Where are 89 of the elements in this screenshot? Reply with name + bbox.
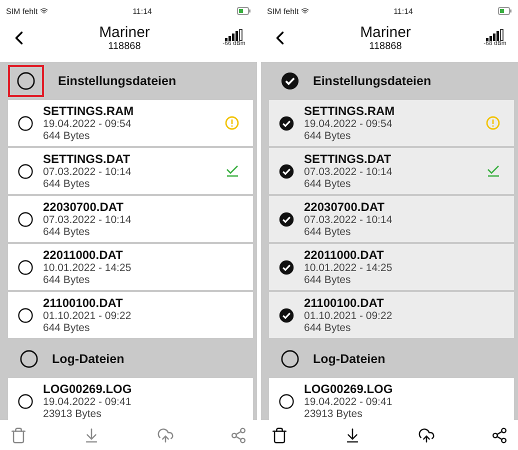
- file-row[interactable]: 22030700.DAT 07.03.2022 - 10:14 644 Bytes: [8, 196, 253, 242]
- file-name: SETTINGS.RAM: [304, 104, 396, 118]
- file-name: 22011000.DAT: [304, 248, 385, 262]
- file-date: 07.03.2022 - 10:14: [304, 214, 394, 226]
- file-name: LOG00269.LOG: [43, 382, 133, 396]
- empty-circle-icon[interactable]: [18, 164, 33, 178]
- file-date: 07.03.2022 - 10:14: [43, 214, 132, 226]
- file-name: LOG00269.LOG: [304, 382, 394, 396]
- file-size: 644 Bytes: [43, 322, 91, 334]
- status-time: 11:14: [132, 6, 152, 16]
- status-time: 11:14: [394, 6, 413, 16]
- file-date: 07.03.2022 - 10:14: [304, 166, 394, 178]
- file-row[interactable]: SETTINGS.RAM 19.04.2022 - 09:54 644 Bytes: [8, 100, 253, 146]
- nav-subtitle: 118868: [369, 41, 402, 52]
- file-name: 22030700.DAT: [304, 200, 386, 214]
- file-date: 19.04.2022 - 09:41: [304, 396, 394, 408]
- file-date: 19.04.2022 - 09:54: [43, 118, 132, 130]
- file-name: SETTINGS.RAM: [43, 104, 135, 118]
- check-icon: [487, 165, 500, 177]
- file-name: 22011000.DAT: [43, 248, 124, 262]
- file-size: 23913 Bytes: [304, 408, 364, 420]
- upload-button[interactable]: [418, 426, 435, 444]
- battery-icon: [236, 7, 251, 15]
- checked-circle-icon[interactable]: [279, 260, 294, 274]
- file-name: 21100100.DAT: [43, 296, 124, 310]
- file-size: 644 Bytes: [43, 274, 91, 286]
- file-row[interactable]: 21100100.DAT 01.10.2021 - 09:22 644 Bytes: [269, 292, 514, 338]
- check-icon: [226, 165, 239, 177]
- file-date: 10.01.2022 - 14:25: [43, 262, 132, 274]
- file-row[interactable]: LOG00269.LOG 19.04.2022 - 09:41 23913 Bytes: [8, 378, 253, 420]
- file-name: SETTINGS.DAT: [304, 152, 392, 166]
- file-name: SETTINGS.DAT: [43, 152, 132, 166]
- file-date: 07.03.2022 - 10:14: [43, 166, 132, 178]
- file-date: 01.10.2021 - 09:22: [304, 310, 394, 322]
- file-name: 22030700.DAT: [43, 200, 124, 214]
- carrier-text: SIM fehlt: [267, 6, 299, 16]
- file-size: 644 Bytes: [43, 178, 91, 190]
- file-name: 21100100.DAT: [304, 296, 385, 310]
- section-title: Einstellungsdateien: [58, 74, 176, 88]
- empty-circle-icon[interactable]: [279, 394, 294, 408]
- nav-subtitle: 118868: [108, 41, 141, 52]
- empty-circle-icon[interactable]: [18, 260, 33, 274]
- wifi-icon: [40, 7, 48, 15]
- signal-icon: [225, 29, 243, 41]
- wifi-icon: [300, 7, 309, 15]
- file-row[interactable]: LOG00269.LOG 19.04.2022 - 09:41 23913 Bytes: [269, 378, 514, 420]
- checked-circle-icon[interactable]: [279, 116, 294, 130]
- file-date: 19.04.2022 - 09:54: [304, 118, 394, 130]
- file-date: 19.04.2022 - 09:41: [43, 396, 132, 408]
- carrier-text: SIM fehlt: [6, 6, 38, 16]
- file-size: 644 Bytes: [43, 130, 91, 142]
- nav-title: Mariner: [99, 24, 150, 41]
- empty-circle-icon[interactable]: [20, 350, 38, 368]
- file-size: 23913 Bytes: [43, 408, 102, 420]
- empty-circle-icon[interactable]: [17, 72, 35, 90]
- delete-button[interactable]: [271, 426, 288, 444]
- battery-icon: [498, 7, 512, 15]
- warning-icon: [225, 116, 239, 130]
- file-size: 644 Bytes: [304, 322, 352, 334]
- file-size: 644 Bytes: [43, 226, 91, 238]
- section-title: Einstellungsdateien: [313, 74, 432, 88]
- nav-title: Mariner: [360, 24, 411, 41]
- empty-circle-icon[interactable]: [18, 116, 33, 130]
- empty-circle-icon[interactable]: [18, 212, 33, 226]
- checked-circle-icon[interactable]: [279, 308, 294, 322]
- file-row[interactable]: 21100100.DAT 01.10.2021 - 09:22 644 Bytes: [8, 292, 253, 338]
- warning-icon: [486, 116, 500, 130]
- file-row[interactable]: SETTINGS.RAM 19.04.2022 - 09:54 644 Bytes: [269, 100, 514, 146]
- file-size: 644 Bytes: [304, 226, 352, 238]
- file-size: 644 Bytes: [304, 274, 352, 286]
- file-row[interactable]: 22011000.DAT 10.01.2022 - 14:25 644 Bytes: [8, 244, 253, 290]
- empty-circle-icon[interactable]: [18, 394, 33, 408]
- checked-circle-icon[interactable]: [279, 164, 294, 178]
- file-row[interactable]: SETTINGS.DAT 07.03.2022 - 10:14 644 Bytes: [269, 148, 514, 194]
- file-date: 01.10.2021 - 09:22: [43, 310, 132, 322]
- file-size: 644 Bytes: [304, 178, 352, 190]
- section-title: Log-Dateien: [52, 352, 124, 366]
- checked-circle-icon[interactable]: [281, 72, 299, 90]
- share-button[interactable]: [490, 426, 508, 444]
- file-row[interactable]: 22030700.DAT 07.03.2022 - 10:14 644 Bytes: [269, 196, 514, 242]
- signal-icon: [486, 29, 504, 41]
- empty-circle-icon[interactable]: [18, 308, 33, 322]
- empty-circle-icon[interactable]: [281, 350, 299, 368]
- file-date: 10.01.2022 - 14:25: [304, 262, 394, 274]
- checked-circle-icon[interactable]: [279, 212, 294, 226]
- file-size: 644 Bytes: [304, 130, 352, 142]
- file-row[interactable]: SETTINGS.DAT 07.03.2022 - 10:14 644 Bytes: [8, 148, 253, 194]
- section-title: Log-Dateien: [313, 352, 386, 366]
- file-row[interactable]: 22011000.DAT 10.01.2022 - 14:25 644 Bytes: [269, 244, 514, 290]
